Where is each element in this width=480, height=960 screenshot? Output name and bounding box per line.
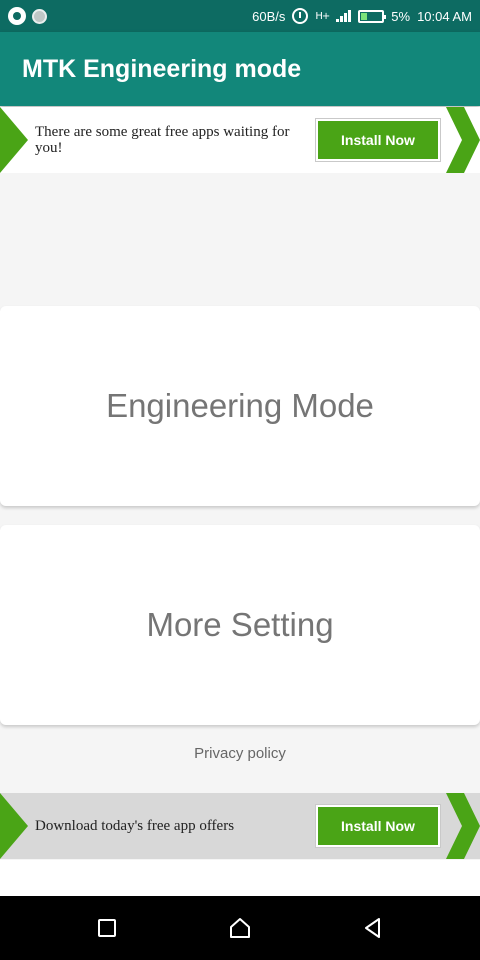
ad-banner-top[interactable]: There are some great free apps waiting f… (0, 107, 480, 173)
network-speed: 60B/s (252, 8, 286, 24)
engineering-mode-button[interactable]: Engineering Mode (0, 306, 480, 506)
navigation-bar (0, 896, 480, 960)
bottom-spacer (0, 860, 480, 896)
ad-chevron-left-icon (0, 793, 28, 859)
app-bar: MTK Engineering mode (0, 32, 480, 106)
more-setting-label: More Setting (146, 606, 334, 643)
clock: 10:04 AM (417, 8, 472, 24)
battery-percent: 5% (391, 8, 411, 24)
whatsapp-icon (8, 7, 26, 25)
battery-charging-icon (358, 9, 387, 23)
back-icon[interactable] (359, 914, 387, 942)
ad-text: Download today's free app offers (35, 818, 235, 834)
notification-dot-icon (32, 8, 47, 24)
privacy-policy-link[interactable]: Privacy policy (0, 745, 480, 762)
install-now-button[interactable]: Install Now (316, 119, 440, 161)
ad-text: There are some great free apps waiting f… (35, 124, 290, 156)
engineering-mode-label: Engineering Mode (106, 387, 374, 424)
install-now-button[interactable]: Install Now (316, 805, 440, 847)
ad-banner-bottom[interactable]: Download today's free app offers Install… (0, 793, 480, 859)
ad-chevron-right-icon (446, 793, 480, 859)
signal-icon (336, 10, 352, 22)
app-title: MTK Engineering mode (22, 54, 302, 83)
more-setting-button[interactable]: More Setting (0, 525, 480, 725)
ad-chevron-left-icon (0, 107, 28, 173)
recent-apps-icon[interactable] (93, 914, 121, 942)
mobile-data-icon: H+ (315, 10, 330, 22)
home-icon[interactable] (226, 914, 254, 942)
ad-chevron-right-icon (446, 107, 480, 173)
alarm-icon (292, 8, 309, 24)
status-bar: 60B/s H+ 5% 10:04 AM (0, 0, 480, 32)
